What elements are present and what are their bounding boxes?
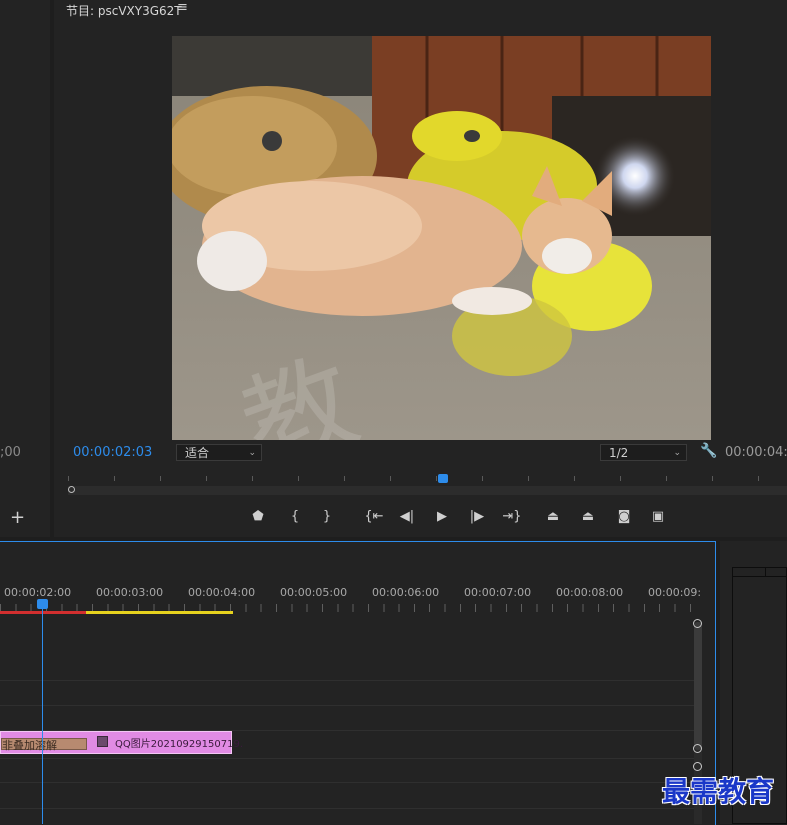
- video-clip[interactable]: 非叠加溶解 QQ图片20210929150719.: [0, 731, 243, 754]
- track-divider: [0, 808, 700, 809]
- transition-block[interactable]: 非叠加溶解: [1, 738, 87, 752]
- clip-name: QQ图片20210929150719.: [115, 739, 243, 750]
- chevron-down-icon: ⌄: [248, 448, 256, 458]
- panel-menu-icon[interactable]: ≡: [177, 0, 188, 15]
- meter-divider: [733, 576, 787, 577]
- comparison-view-button[interactable]: ▣: [648, 507, 668, 527]
- ruler-label: 00:00:07:00: [464, 586, 532, 599]
- scroll-handle-icon[interactable]: [693, 744, 702, 753]
- program-mini-ruler[interactable]: [68, 472, 787, 495]
- source-monitor-panel: ;00 +: [0, 0, 50, 537]
- play-button[interactable]: ▶: [432, 507, 452, 527]
- chevron-down-icon: ⌄: [673, 448, 681, 458]
- track-divider: [0, 758, 700, 759]
- ruler-label: 00:00:02:00: [4, 586, 72, 599]
- track-divider: [0, 705, 700, 706]
- ruler-label: 00:00:05:00: [280, 586, 348, 599]
- wrench-icon[interactable]: 🔧: [700, 443, 717, 459]
- go-to-in-button[interactable]: {⇤: [363, 507, 385, 527]
- scroll-handle-icon[interactable]: [693, 619, 702, 628]
- fit-dropdown-value: 适合: [185, 446, 210, 460]
- ruler-label: 00:00:09:: [648, 586, 702, 599]
- video-preview: 教: [172, 36, 711, 440]
- export-frame-button[interactable]: ◙: [614, 507, 634, 527]
- mini-playhead-icon[interactable]: [438, 474, 448, 483]
- mini-ruler-ticks: [68, 476, 787, 481]
- ruler-label: 00:00:04:00: [188, 586, 256, 599]
- source-timecode: ;00: [0, 445, 21, 460]
- timeline-playhead-line[interactable]: [42, 609, 43, 824]
- mini-ruler-track: [68, 486, 787, 495]
- lift-button[interactable]: ⏏: [543, 507, 563, 527]
- resolution-dropdown-value: 1/2: [609, 446, 629, 460]
- step-forward-button[interactable]: |▶: [467, 507, 487, 527]
- resolution-dropdown[interactable]: 1/2 ⌄: [600, 444, 687, 461]
- video-frame-image: 教: [172, 36, 711, 440]
- current-timecode[interactable]: 00:00:02:03: [73, 445, 152, 460]
- add-button[interactable]: +: [10, 507, 25, 528]
- watermark-text: 最需教育: [662, 775, 775, 808]
- extract-button[interactable]: ⏏: [578, 507, 598, 527]
- ruler-label: 00:00:08:00: [556, 586, 624, 599]
- fx-badge-icon: [97, 736, 108, 747]
- mark-in-button[interactable]: {: [285, 507, 305, 527]
- program-monitor-title[interactable]: 节目: pscVXY3G62T: [66, 2, 182, 19]
- program-monitor-panel: 节目: pscVXY3G62T ≡ 教 00:00:02:03 适合 ⌄ 1/2…: [54, 0, 787, 537]
- timeline-playhead-handle[interactable]: [37, 599, 48, 609]
- track-divider: [0, 782, 700, 783]
- render-bar-red: [0, 611, 86, 614]
- watermark-logo: 最需教育: [662, 770, 774, 810]
- meter-divider: [765, 568, 766, 577]
- fit-dropdown[interactable]: 适合 ⌄: [176, 444, 262, 461]
- zoom-handle-icon[interactable]: [68, 486, 75, 493]
- ruler-label: 00:00:03:00: [96, 586, 164, 599]
- ruler-label: 00:00:06:00: [372, 586, 440, 599]
- add-marker-button[interactable]: ⬟: [248, 507, 268, 527]
- step-back-button[interactable]: ◀|: [397, 507, 417, 527]
- track-divider: [0, 680, 700, 681]
- go-to-out-button[interactable]: ⇥}: [501, 507, 523, 527]
- mark-out-button[interactable]: }: [317, 507, 337, 527]
- duration-timecode: 00:00:04:: [725, 445, 787, 460]
- scrollbar-thumb[interactable]: [694, 622, 702, 750]
- transition-label: 非叠加溶解: [2, 739, 57, 752]
- render-bar-yellow: [86, 611, 233, 614]
